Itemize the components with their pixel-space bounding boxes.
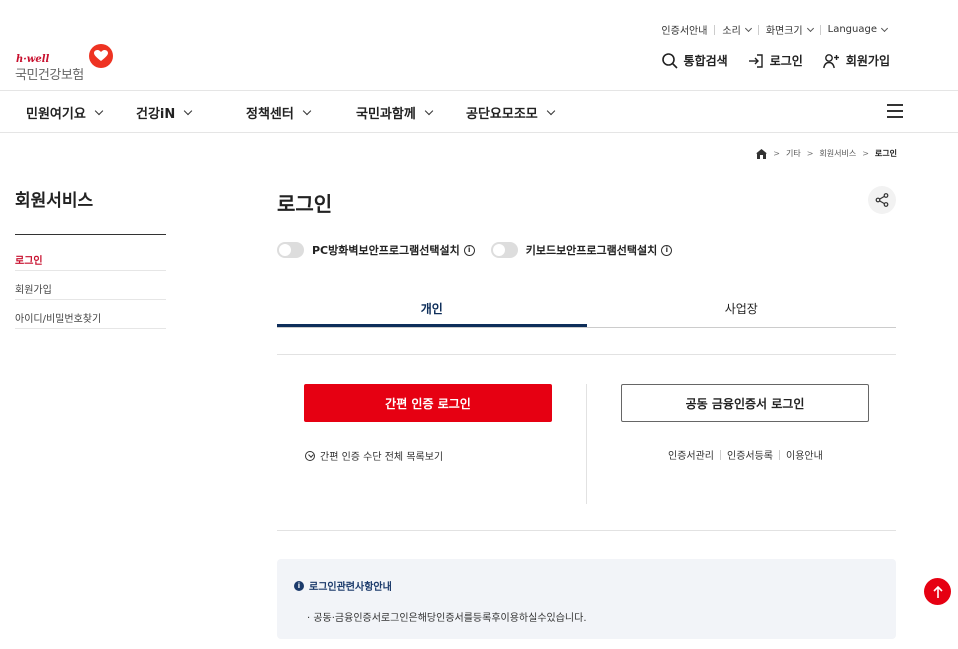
firewall-toggle[interactable] xyxy=(277,242,304,258)
divider xyxy=(586,384,587,504)
keyboard-toggle[interactable] xyxy=(490,242,518,258)
keyboard-toggle-label: 키보드보안프로그램선택설치 xyxy=(525,244,658,257)
chevron-down-icon xyxy=(424,106,434,115)
firewall-toggle-row: PC방화벽보안프로그램선택설치 i xyxy=(277,242,475,258)
add-user-icon xyxy=(822,53,839,68)
chevron-down-icon xyxy=(94,106,104,115)
gnb-item-about[interactable]: 공단요모조모 xyxy=(466,103,556,122)
gnb-item-policy[interactable]: 정책센터 xyxy=(246,103,312,122)
login-tabs: 개인 사업장 xyxy=(277,288,896,328)
util-screen-size-label: 화면크기 xyxy=(765,26,803,37)
firewall-toggle-label: PC방화벽보안프로그램선택설치 xyxy=(312,244,460,257)
divider xyxy=(277,530,896,531)
simple-auth-login-button[interactable]: 간편 인증 로그인 xyxy=(304,384,552,422)
search-label: 통합검색 xyxy=(683,54,728,68)
divider xyxy=(720,449,721,460)
lnb-item-find-id-pw[interactable]: 아이디/비밀번호찾기 xyxy=(15,300,166,329)
util-sound[interactable]: 소리 xyxy=(715,22,757,37)
chevron-down-icon xyxy=(744,24,752,32)
util-sound-label: 소리 xyxy=(722,26,741,37)
util-language[interactable]: Language xyxy=(821,24,894,35)
home-icon[interactable] xyxy=(756,148,768,159)
breadcrumb-current: 로그인 xyxy=(874,149,897,158)
join-label: 회원가입 xyxy=(845,54,890,68)
util-cert-guide-label: 인증서안내 xyxy=(661,26,708,37)
share-icon xyxy=(875,193,889,207)
lnb-divider xyxy=(15,234,166,235)
chevron-down-icon xyxy=(184,106,193,115)
breadcrumb-item[interactable]: 기타 xyxy=(786,148,801,159)
keyboard-toggle-row: 키보드보안프로그램선택설치 i xyxy=(490,242,673,258)
notice-title-row: i 로그인관련사항안내 xyxy=(294,578,392,593)
join-button[interactable]: 회원가입 xyxy=(822,52,890,69)
gnb-label: 공단요모조모 xyxy=(466,107,538,122)
divider xyxy=(277,354,896,355)
heart-logo-icon xyxy=(89,44,113,68)
simple-auth-list-label: 간편 인증 수단 전체 목록보기 xyxy=(320,452,444,463)
breadcrumb-separator: > xyxy=(862,149,869,158)
chevron-down-icon xyxy=(880,24,889,32)
gnb-label: 정책센터 xyxy=(246,107,294,122)
gnb-item-civil[interactable]: 민원여기요 xyxy=(26,103,104,122)
arrow-up-icon xyxy=(932,585,943,598)
cert-guide-link[interactable]: 이용안내 xyxy=(786,447,823,462)
notice-title: 로그인관련사항안내 xyxy=(309,582,392,593)
login-icon xyxy=(748,53,763,68)
cert-login-button[interactable]: 공동 금융인증서 로그인 xyxy=(621,384,869,422)
header-actions: 통합검색 로그인 회원가입 xyxy=(642,52,890,69)
breadcrumb-item[interactable]: 회원서비스 xyxy=(819,148,856,159)
util-cert-guide[interactable]: 인증서안내 xyxy=(654,22,714,37)
site-logo[interactable]: h·well 국민건강보험 xyxy=(15,44,125,83)
breadcrumb-separator: > xyxy=(806,149,814,158)
gnb-label: 민원여기요 xyxy=(26,107,86,122)
tab-personal[interactable]: 개인 xyxy=(277,288,587,327)
security-toggles: PC방화벽보안프로그램선택설치 i 키보드보안프로그램선택설치 i xyxy=(277,242,688,258)
info-filled-icon: i xyxy=(294,580,304,591)
hamburger-menu-icon[interactable] xyxy=(887,104,903,118)
login-notice: i 로그인관련사항안내 · 공동·금융인증서로그인은해당인증서를등록후이용하실수… xyxy=(277,559,896,639)
util-language-label: Language xyxy=(827,24,877,35)
search-button[interactable]: 통합검색 xyxy=(661,52,728,69)
cert-manage-link[interactable]: 인증서관리 xyxy=(668,447,714,462)
search-icon xyxy=(661,52,678,69)
tab-business[interactable]: 사업장 xyxy=(587,288,897,327)
lnb-item-login[interactable]: 로그인 xyxy=(15,242,166,271)
chevron-down-icon xyxy=(546,106,556,115)
logo-name: 국민건강보험 xyxy=(15,68,84,83)
notice-desc: · 공동·금융인증서로그인은해당인증서를등록후이용하실수있습니다. xyxy=(307,613,587,624)
info-icon[interactable]: i xyxy=(661,244,673,256)
circle-chevron-down-icon xyxy=(305,450,315,461)
gnb-label: 국민과함께 xyxy=(356,107,416,122)
divider xyxy=(779,449,780,460)
chevron-down-icon xyxy=(806,24,814,32)
gnb-item-health[interactable]: 건강iN xyxy=(136,103,193,122)
info-icon[interactable]: i xyxy=(463,244,475,256)
breadcrumb-separator: > xyxy=(773,149,780,158)
cert-links: 인증서관리 인증서등록 이용안내 xyxy=(668,447,823,462)
breadcrumb: > 기타 > 회원서비스 > 로그인 xyxy=(756,148,897,159)
simple-auth-list-link[interactable]: 간편 인증 수단 전체 목록보기 xyxy=(305,448,443,463)
gnb-item-together[interactable]: 국민과함께 xyxy=(356,103,434,122)
gnb-label: 건강iN xyxy=(136,107,176,122)
login-label: 로그인 xyxy=(769,54,803,68)
page-title: 로그인 xyxy=(277,192,333,216)
share-button[interactable] xyxy=(868,186,896,214)
utility-bar: 인증서안내 소리 화면크기 Language xyxy=(654,22,894,37)
global-nav: 민원여기요 건강iN 정책센터 국민과함께 공단요모조모 xyxy=(0,90,958,133)
scroll-top-button[interactable] xyxy=(924,578,951,605)
util-screen-size[interactable]: 화면크기 xyxy=(759,22,820,37)
lnb-title: 회원서비스 xyxy=(15,191,94,211)
chevron-down-icon xyxy=(302,106,312,115)
cert-register-link[interactable]: 인증서등록 xyxy=(727,447,773,462)
lnb-item-join[interactable]: 회원가입 xyxy=(15,271,166,300)
login-button[interactable]: 로그인 xyxy=(748,52,803,69)
